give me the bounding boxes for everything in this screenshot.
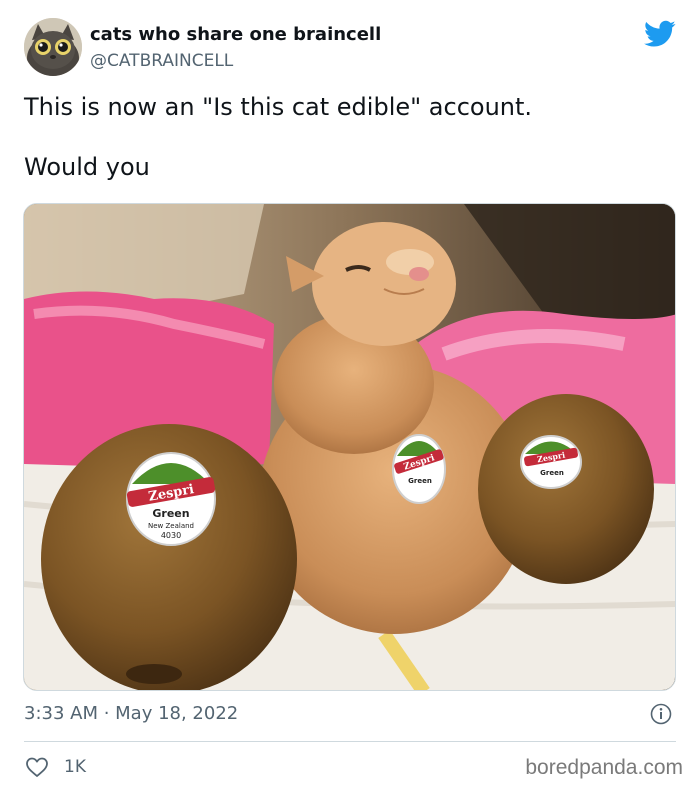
kiwi-sticker: Zespri Green New Zealand 4030 (126, 452, 216, 546)
author-display-name[interactable]: cats who share one braincell (90, 24, 381, 45)
sticker-code: 4030 (161, 531, 181, 540)
heart-icon[interactable] (24, 756, 50, 778)
sticker-variety: Green (408, 477, 432, 485)
kiwi-sticker: Zespri Green (392, 434, 446, 504)
source-watermark: boredpanda.com (525, 756, 683, 779)
twitter-bird-icon[interactable] (644, 20, 676, 48)
tweet-text-line: Would you (24, 153, 150, 181)
divider (24, 741, 676, 742)
tweet-photo[interactable]: Zespri Green New Zealand 4030 Zespri Gre… (23, 203, 676, 691)
kitten-with-kiwis-image: Zespri Green New Zealand 4030 Zespri Gre… (24, 204, 675, 690)
like-count: 1K (64, 757, 86, 777)
tweet-body: This is now an "Is this cat edible" acco… (24, 92, 674, 182)
info-icon[interactable] (650, 703, 672, 725)
kiwi-sticker: Zespri Green (520, 435, 582, 489)
sticker-variety: Green (540, 469, 564, 477)
sticker-origin: New Zealand (148, 522, 194, 530)
tweet-header: cats who share one braincell @CATBRAINCE… (24, 18, 684, 82)
cat-avatar-icon (24, 18, 82, 76)
author-avatar[interactable] (24, 18, 82, 76)
sticker-variety: Green (152, 507, 189, 520)
tweet-timestamp[interactable]: 3:33 AM · May 18, 2022 (24, 703, 238, 724)
tweet-text-line: This is now an "Is this cat edible" acco… (24, 93, 533, 121)
author-handle[interactable]: @CATBRAINCELL (90, 51, 233, 71)
